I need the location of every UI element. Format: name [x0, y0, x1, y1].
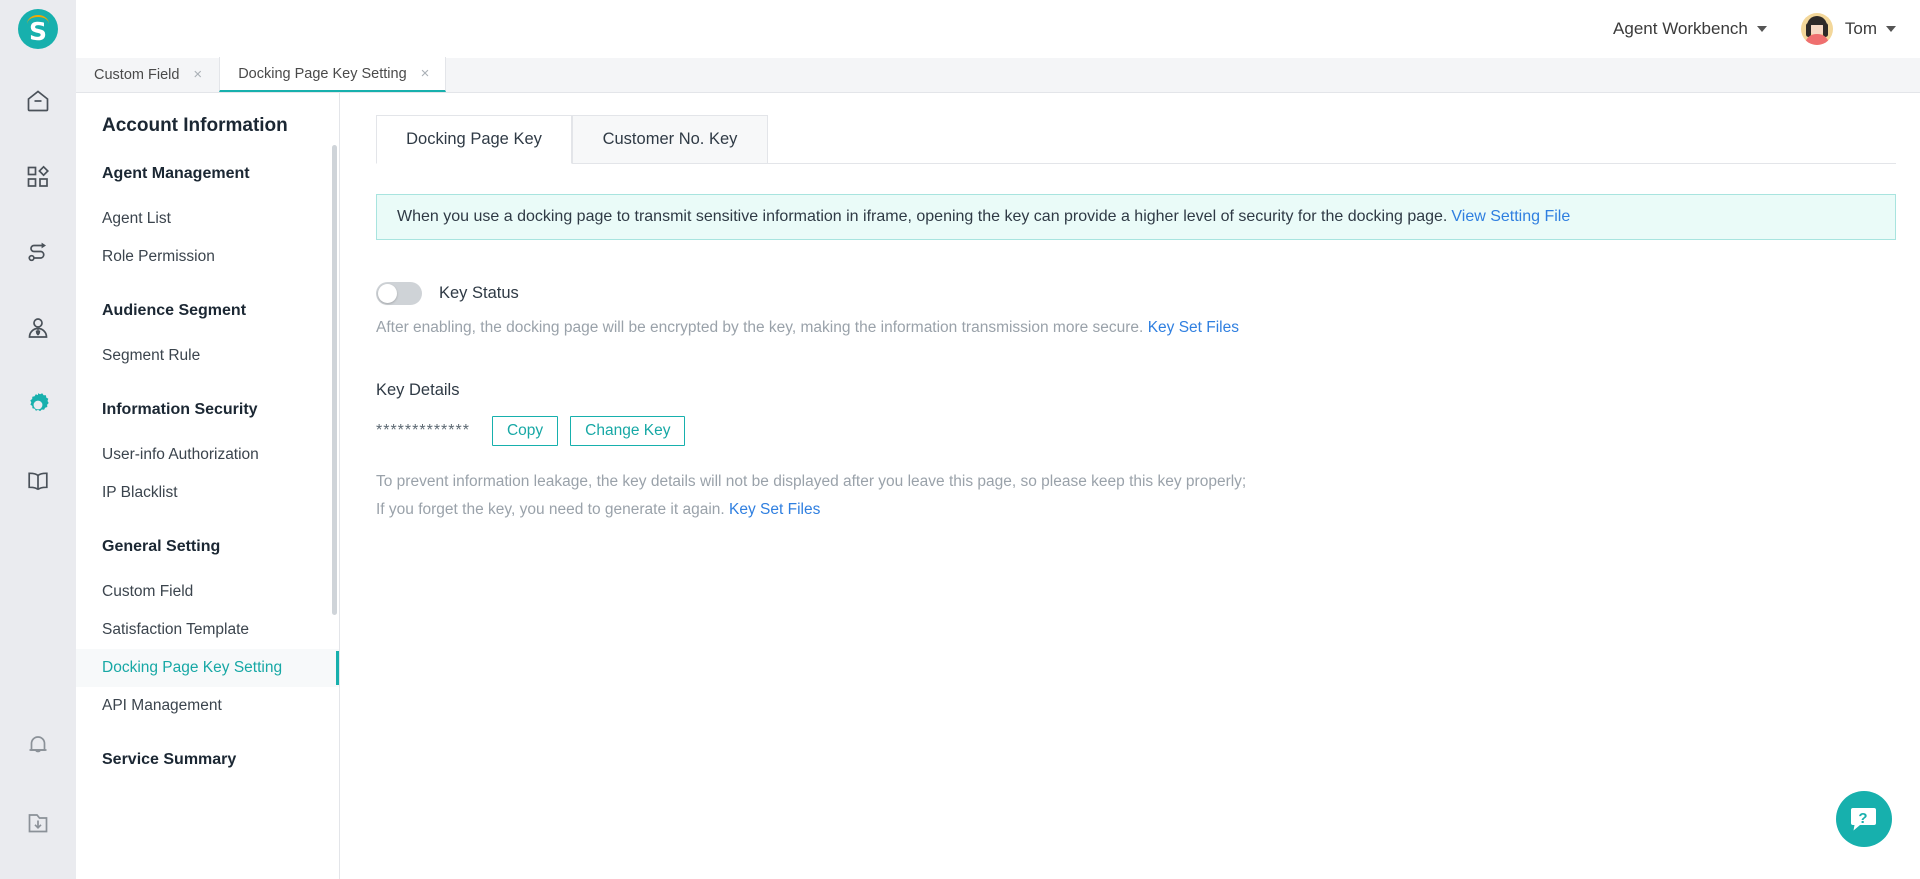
key-status-toggle[interactable] [376, 282, 422, 305]
key-masked-value: ************* [376, 422, 470, 439]
user-menu[interactable]: Tom [1800, 13, 1896, 45]
key-status-description: After enabling, the docking page will be… [376, 319, 1144, 336]
sidebar-item-docking-page-key-setting[interactable]: Docking Page Key Setting [76, 649, 339, 687]
close-icon[interactable]: × [193, 67, 202, 82]
sidebar-item-agent-list[interactable]: Agent List [76, 200, 339, 238]
key-note-line-2: If you forget the key, you need to gener… [376, 501, 725, 518]
page-body: Account Information Agent Management Age… [76, 93, 1920, 879]
home-icon[interactable] [16, 79, 60, 123]
sidebar-item-satisfaction-template[interactable]: Satisfaction Template [76, 611, 339, 649]
window-tab-custom-field[interactable]: Custom Field × [76, 57, 219, 92]
nav-group-service-summary: Service Summary [102, 751, 237, 768]
right-region: Agent Workbench Tom Custom Field × Docki… [76, 0, 1920, 879]
main-content: Docking Page Key Customer No. Key When y… [340, 93, 1920, 879]
key-status-label: Key Status [439, 284, 519, 302]
key-set-files-link-bottom[interactable]: Key Set Files [729, 501, 820, 518]
chevron-down-icon [1756, 26, 1767, 32]
copy-button[interactable]: Copy [491, 416, 559, 446]
app-root: S Agent Workbench Tom Custom Field × Doc… [0, 0, 1920, 879]
settings-nav-panel: Account Information Agent Management Age… [76, 93, 340, 879]
workbench-switcher[interactable]: Agent Workbench [1613, 19, 1767, 39]
content-tabs: Docking Page Key Customer No. Key [376, 115, 1896, 164]
window-tab-strip: Custom Field × Docking Page Key Setting … [76, 57, 1920, 93]
window-tab-docking-page-key-setting[interactable]: Docking Page Key Setting × [219, 57, 447, 92]
page-title: Account Information [102, 115, 288, 136]
change-key-button[interactable]: Change Key [570, 416, 686, 446]
key-set-files-link-top[interactable]: Key Set Files [1148, 319, 1239, 336]
key-value-row: ************* Copy Change Key [376, 416, 1896, 446]
avatar [1800, 13, 1833, 45]
user-name: Tom [1844, 19, 1877, 38]
sidebar-item-ip-blacklist[interactable]: IP Blacklist [76, 474, 339, 512]
window-tab-label: Docking Page Key Setting [238, 65, 407, 82]
key-status-row: Key Status [376, 282, 1896, 305]
sidebar-item-api-management[interactable]: API Management [76, 687, 339, 725]
apps-grid-icon[interactable] [16, 155, 60, 199]
window-tab-label: Custom Field [94, 66, 180, 83]
sidebar-item-role-permission[interactable]: Role Permission [76, 238, 339, 276]
download-folder-icon[interactable] [16, 801, 60, 845]
help-question-bubble-icon: ? [1851, 808, 1876, 831]
nav-group-general-setting: General Setting [102, 538, 221, 555]
sidebar-item-custom-field[interactable]: Custom Field [76, 573, 339, 611]
nav-group-information-security: Information Security [102, 401, 258, 418]
knowledge-book-icon[interactable] [16, 459, 60, 503]
close-icon[interactable]: × [421, 66, 430, 81]
gear-settings-icon[interactable] [16, 383, 60, 427]
key-note-line-1: To prevent information leakage, the key … [376, 473, 1247, 490]
sidebar-item-segment-rule[interactable]: Segment Rule [76, 337, 339, 375]
app-logo[interactable]: S [18, 9, 58, 49]
tab-docking-page-key[interactable]: Docking Page Key [376, 115, 572, 164]
key-status-description-row: After enabling, the docking page will be… [376, 319, 1896, 337]
key-details-title: Key Details [376, 381, 460, 399]
info-banner: When you use a docking page to transmit … [376, 194, 1896, 240]
nav-group-audience-segment: Audience Segment [102, 302, 247, 319]
nav-scrollbar[interactable] [332, 145, 337, 615]
docking-page-key-panel: When you use a docking page to transmit … [376, 163, 1896, 524]
toggle-knob [378, 284, 397, 303]
svg-text:?: ? [1858, 810, 1867, 827]
bell-notification-icon[interactable] [16, 723, 60, 767]
chevron-down-icon [1886, 26, 1896, 32]
view-setting-file-link[interactable]: View Setting File [1451, 208, 1570, 226]
key-note-line-2-row: If you forget the key, you need to gener… [376, 496, 1896, 524]
customer-profile-icon[interactable] [16, 307, 60, 351]
top-bar: Agent Workbench Tom [76, 0, 1920, 58]
workbench-label: Agent Workbench [1613, 19, 1748, 38]
info-banner-text: When you use a docking page to transmit … [397, 208, 1448, 225]
workflow-route-icon[interactable] [16, 231, 60, 275]
icon-rail: S [0, 0, 76, 879]
tab-customer-no-key[interactable]: Customer No. Key [572, 115, 768, 164]
help-chat-button[interactable]: ? [1836, 791, 1892, 847]
nav-group-agent-management: Agent Management [102, 165, 250, 182]
sidebar-item-user-info-authorization[interactable]: User-info Authorization [76, 436, 339, 474]
